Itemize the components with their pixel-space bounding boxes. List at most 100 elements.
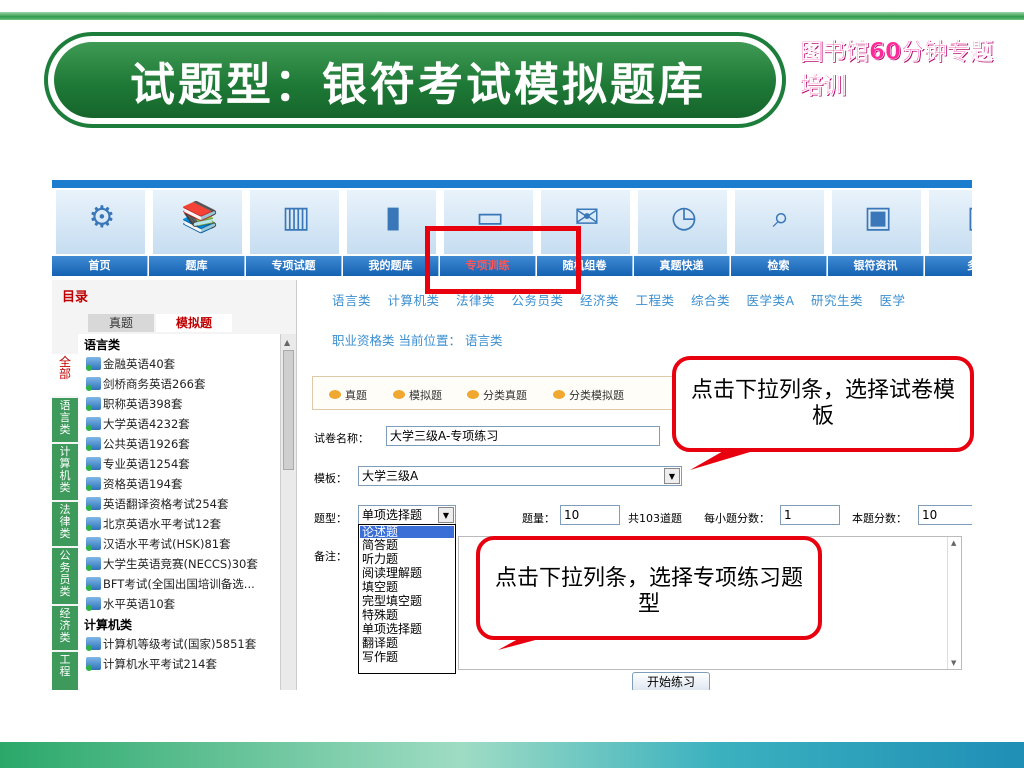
qtype-option[interactable]: 简答题 <box>362 539 398 551</box>
qtype-select[interactable]: 单项选择题 ▼ <box>358 505 456 525</box>
cat-all[interactable]: 全部 <box>52 354 78 396</box>
notebook-icon: ▮ <box>384 200 402 235</box>
cat-link[interactable]: 医学类A <box>747 293 795 308</box>
list-item[interactable]: 剑桥商务英语266套 <box>86 376 205 392</box>
list-item[interactable]: 金融英语40套 <box>86 356 175 372</box>
filter-label: 分类模拟题 <box>569 389 624 402</box>
tree-group-language: 语言类 <box>84 338 121 352</box>
list-item[interactable]: 计算机等级考试(国家)5851套 <box>86 636 256 652</box>
folder-icon <box>86 497 101 511</box>
cat-economy[interactable]: 经济类 <box>52 606 78 650</box>
list-item[interactable]: 大学生英语竞赛(NECCS)30套 <box>86 556 258 572</box>
template-select-value: 大学三级A <box>362 469 419 483</box>
qtype-option[interactable]: 阅读理解题 <box>362 567 422 579</box>
cat-link[interactable]: 研究生类 <box>811 293 863 308</box>
qtype-option[interactable]: 填空题 <box>362 581 398 593</box>
qty-input[interactable]: 10 <box>560 505 620 525</box>
cat-law[interactable]: 法律类 <box>52 502 78 546</box>
scroll-up-icon[interactable]: ▲ <box>284 338 290 347</box>
qtype-option[interactable]: 单项选择题 <box>362 623 422 635</box>
notes-label: 备注： <box>314 550 347 563</box>
cat-link[interactable]: 语言类 <box>332 293 371 308</box>
template-select[interactable]: 大学三级A ▼ <box>358 466 682 486</box>
cat-link[interactable]: 医学 <box>880 293 906 308</box>
list-item-label: 水平英语10套 <box>103 597 176 611</box>
total-score-input[interactable]: 10 <box>918 505 972 525</box>
filter-fenlei-moni[interactable]: 分类模拟题 <box>553 387 624 403</box>
nav-item-home[interactable]: ⚙ 首页 <box>52 188 149 278</box>
list-item-label: 公共英语1926套 <box>103 437 190 451</box>
list-item-label: 计算机等级考试(国家)5851套 <box>103 637 257 651</box>
qtype-option[interactable]: 翻译题 <box>362 637 398 649</box>
list-item[interactable]: 资格英语194套 <box>86 476 182 492</box>
cat-link[interactable]: 经济类 <box>580 293 619 308</box>
nav-pic: 📚 <box>153 190 242 254</box>
cat-link[interactable]: 计算机类 <box>388 293 440 308</box>
cat-computer[interactable]: 计算机类 <box>52 444 78 500</box>
list-item[interactable]: 汉语水平考试(HSK)81套 <box>86 536 231 552</box>
nav-pic: ◷ <box>638 190 727 254</box>
scroll-up-icon[interactable]: ▲ <box>951 539 956 547</box>
folder-icon <box>86 457 101 471</box>
qtype-option[interactable]: 论述题 <box>360 526 454 538</box>
filter-moni[interactable]: 模拟题 <box>393 387 442 403</box>
list-item[interactable]: BFT考试(全国出国培训备选... <box>86 576 255 592</box>
cat-link[interactable]: 综合类 <box>691 293 730 308</box>
qtype-option[interactable]: 特殊题 <box>362 609 398 621</box>
corner-tag: 图书馆60分钟专题培训 <box>800 39 994 100</box>
list-item[interactable]: 北京英语水平考试12套 <box>86 516 221 532</box>
per-score-input[interactable]: 1 <box>780 505 840 525</box>
cat-engineering[interactable]: 工程 <box>52 652 78 690</box>
list-item[interactable]: 职称英语398套 <box>86 396 182 412</box>
cat-link[interactable]: 法律类 <box>456 293 495 308</box>
directory-scrollbar[interactable]: ▲ <box>280 334 296 690</box>
nav-item-zhenti-kuaidi[interactable]: ◷ 真题快递 <box>634 188 731 278</box>
tab-moni[interactable]: 模拟题 <box>156 314 232 332</box>
notes-scrollbar[interactable]: ▲ ▼ <box>947 537 961 669</box>
qtype-option[interactable]: 写作题 <box>362 651 398 663</box>
title-banner: 试题型：银符考试模拟题库 <box>44 32 786 128</box>
list-item-label: 专业英语1254套 <box>103 457 190 471</box>
nav-label: 检索 <box>731 256 827 276</box>
nav-pic: ▮ <box>347 190 436 254</box>
filter-label: 模拟题 <box>409 389 442 402</box>
qtype-option[interactable]: 完型填空题 <box>362 595 422 607</box>
chevron-down-icon[interactable]: ▼ <box>438 507 454 523</box>
list-item-label: 职称英语398套 <box>103 397 183 411</box>
nav-item-tiku[interactable]: 📚 题库 <box>149 188 246 278</box>
list-item[interactable]: 水平英语10套 <box>86 596 175 612</box>
list-item[interactable]: 计算机水平考试214套 <box>86 656 217 672</box>
list-item[interactable]: 公共英语1926套 <box>86 436 190 452</box>
nav-item-zhuanxiang-shiti[interactable]: ▥ 专项试题 <box>246 188 343 278</box>
filter-fenlei-zhenti[interactable]: 分类真题 <box>467 387 527 403</box>
list-item-label: 北京英语水平考试12套 <box>103 517 222 531</box>
qtype-option[interactable]: 听力题 <box>362 553 398 565</box>
tab-zhenti[interactable]: 真题 <box>88 314 154 332</box>
chevron-down-icon[interactable]: ▼ <box>664 468 680 484</box>
folder-icon <box>86 557 101 571</box>
cat-language[interactable]: 语言类 <box>52 398 78 442</box>
nav-item-news[interactable]: ▣ 银符资讯 <box>828 188 925 278</box>
scroll-down-icon[interactable]: ▼ <box>951 659 956 667</box>
list-item[interactable]: 大学英语4232套 <box>86 416 190 432</box>
nav-item-more[interactable]: ▯ 多 <box>925 188 972 278</box>
nav-item-search[interactable]: ⌕ 检索 <box>731 188 828 278</box>
cat-link[interactable]: 公务员类 <box>512 293 564 308</box>
top-rule <box>0 12 1024 20</box>
books-icon: 📚 <box>181 200 219 235</box>
list-item-label: 英语翻译资格考试254套 <box>103 497 229 511</box>
list-item[interactable]: 英语翻译资格考试254套 <box>86 496 228 512</box>
folder-icon <box>86 377 101 391</box>
directory-heading: 目录 <box>62 290 89 305</box>
scroll-thumb[interactable] <box>283 350 294 470</box>
cat-link[interactable]: 工程类 <box>636 293 675 308</box>
cat-civil-service[interactable]: 公务员类 <box>52 548 78 604</box>
start-practice-button[interactable]: 开始练习 <box>632 672 710 690</box>
filter-zhenti[interactable]: 真题 <box>329 387 367 403</box>
paper-name-input[interactable]: 大学三级A-专项练习 <box>386 426 660 446</box>
folder-icon <box>86 637 101 651</box>
nav-pic: ▯ <box>929 190 972 254</box>
qtype-select-value: 单项选择题 <box>362 508 423 522</box>
list-item[interactable]: 专业英语1254套 <box>86 456 190 472</box>
filter-label: 分类真题 <box>483 389 527 402</box>
